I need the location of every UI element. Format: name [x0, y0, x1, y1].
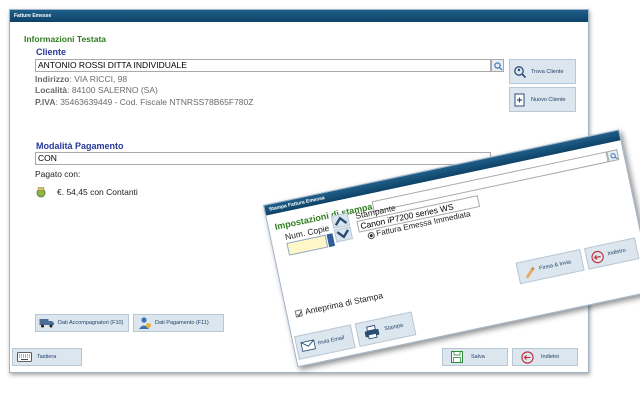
indietro-label: Indietro — [541, 354, 560, 360]
payment-icon — [139, 317, 151, 329]
salva-button[interactable]: Salva — [442, 348, 508, 366]
dati-accompagnatori-label: Dati Accompagnatori (F10) — [58, 320, 124, 326]
decrease-copies-button[interactable] — [333, 226, 354, 243]
checkmark-icon — [297, 311, 302, 317]
new-document-icon — [514, 93, 525, 106]
pagato-amount: €. 54,45 con Contanti — [57, 187, 138, 197]
piva-value: : 35463639449 - Cod. Fiscale NTNRSS78B65… — [55, 97, 254, 107]
fattura-radio[interactable] — [367, 231, 376, 240]
chevron-down-icon — [336, 229, 350, 239]
back-arrow-icon — [521, 350, 534, 364]
invia-email-button[interactable]: Invia Email — [294, 324, 356, 360]
anteprima-label: Anteprima di Stampa — [304, 290, 384, 317]
anteprima-checkbox[interactable] — [294, 309, 303, 318]
dialog-indietro-button[interactable]: Indietro — [583, 237, 640, 270]
window-title: Fatture Emesse — [10, 10, 588, 22]
cash-icon — [36, 187, 46, 198]
indirizzo-label: Indirizzo — [35, 74, 70, 84]
nuovo-cliente-label: Nuovo Cliente — [531, 96, 566, 103]
localita-label: Località — [35, 85, 68, 95]
email-icon — [300, 339, 317, 352]
chevron-up-icon — [334, 216, 348, 226]
dati-pagamento-label: Dati Pagamento (F11) — [155, 320, 209, 326]
pagato-con-label: Pagato con: — [35, 169, 81, 179]
tastiera-button[interactable]: Tastiera — [12, 348, 82, 366]
trova-cliente-label: Trova Cliente — [531, 68, 564, 75]
printer-icon — [364, 324, 380, 340]
indirizzo-value: : VIA RICCI, 98 — [69, 74, 128, 84]
trova-cliente-button[interactable]: Trova Cliente — [509, 59, 576, 84]
stampa-label: Stampa — [383, 322, 404, 333]
find-person-icon — [514, 65, 527, 78]
radio-dot — [369, 233, 374, 238]
dialog-search-button[interactable] — [606, 149, 620, 163]
nuovo-cliente-button[interactable]: Nuovo Cliente — [509, 87, 576, 112]
cliente-name-field[interactable]: ANTONIO ROSSI DITTA INDIVIDUALE — [35, 59, 491, 72]
truck-icon — [39, 319, 54, 328]
invia-email-label: Invia Email — [317, 335, 345, 347]
back-arrow-icon — [591, 250, 604, 263]
piva-label: P.IVA — [35, 97, 56, 107]
search-icon — [493, 61, 502, 70]
salva-label: Salva — [471, 354, 485, 360]
sign-pen-icon — [525, 266, 535, 279]
dati-accompagnatori-button[interactable]: Dati Accompagnatori (F10) — [35, 314, 129, 332]
cliente-label: Cliente — [36, 47, 67, 57]
cliente-search-button[interactable] — [491, 59, 504, 72]
dialog-indietro-label: Indietro — [607, 247, 627, 258]
firma-invia-button[interactable]: Firma & Invia — [515, 249, 585, 285]
tastiera-label: Tastiera — [37, 354, 57, 360]
keyboard-icon — [17, 352, 32, 362]
stampa-button[interactable]: Stampa — [354, 311, 417, 348]
section-header: Informazioni Testata — [24, 34, 107, 44]
dati-pagamento-button[interactable]: Dati Pagamento (F11) — [133, 314, 224, 332]
save-icon — [451, 351, 463, 363]
search-icon — [609, 152, 618, 159]
localita-value: : 84100 SALERNO (SA) — [67, 85, 158, 95]
pagamento-label: Modalità Pagamento — [36, 141, 124, 151]
firma-invia-label: Firma & Invia — [538, 259, 572, 272]
pagamento-field[interactable]: CON — [35, 152, 491, 165]
num-copie-spinner[interactable] — [326, 233, 336, 248]
indietro-button[interactable]: Indietro — [512, 348, 578, 366]
